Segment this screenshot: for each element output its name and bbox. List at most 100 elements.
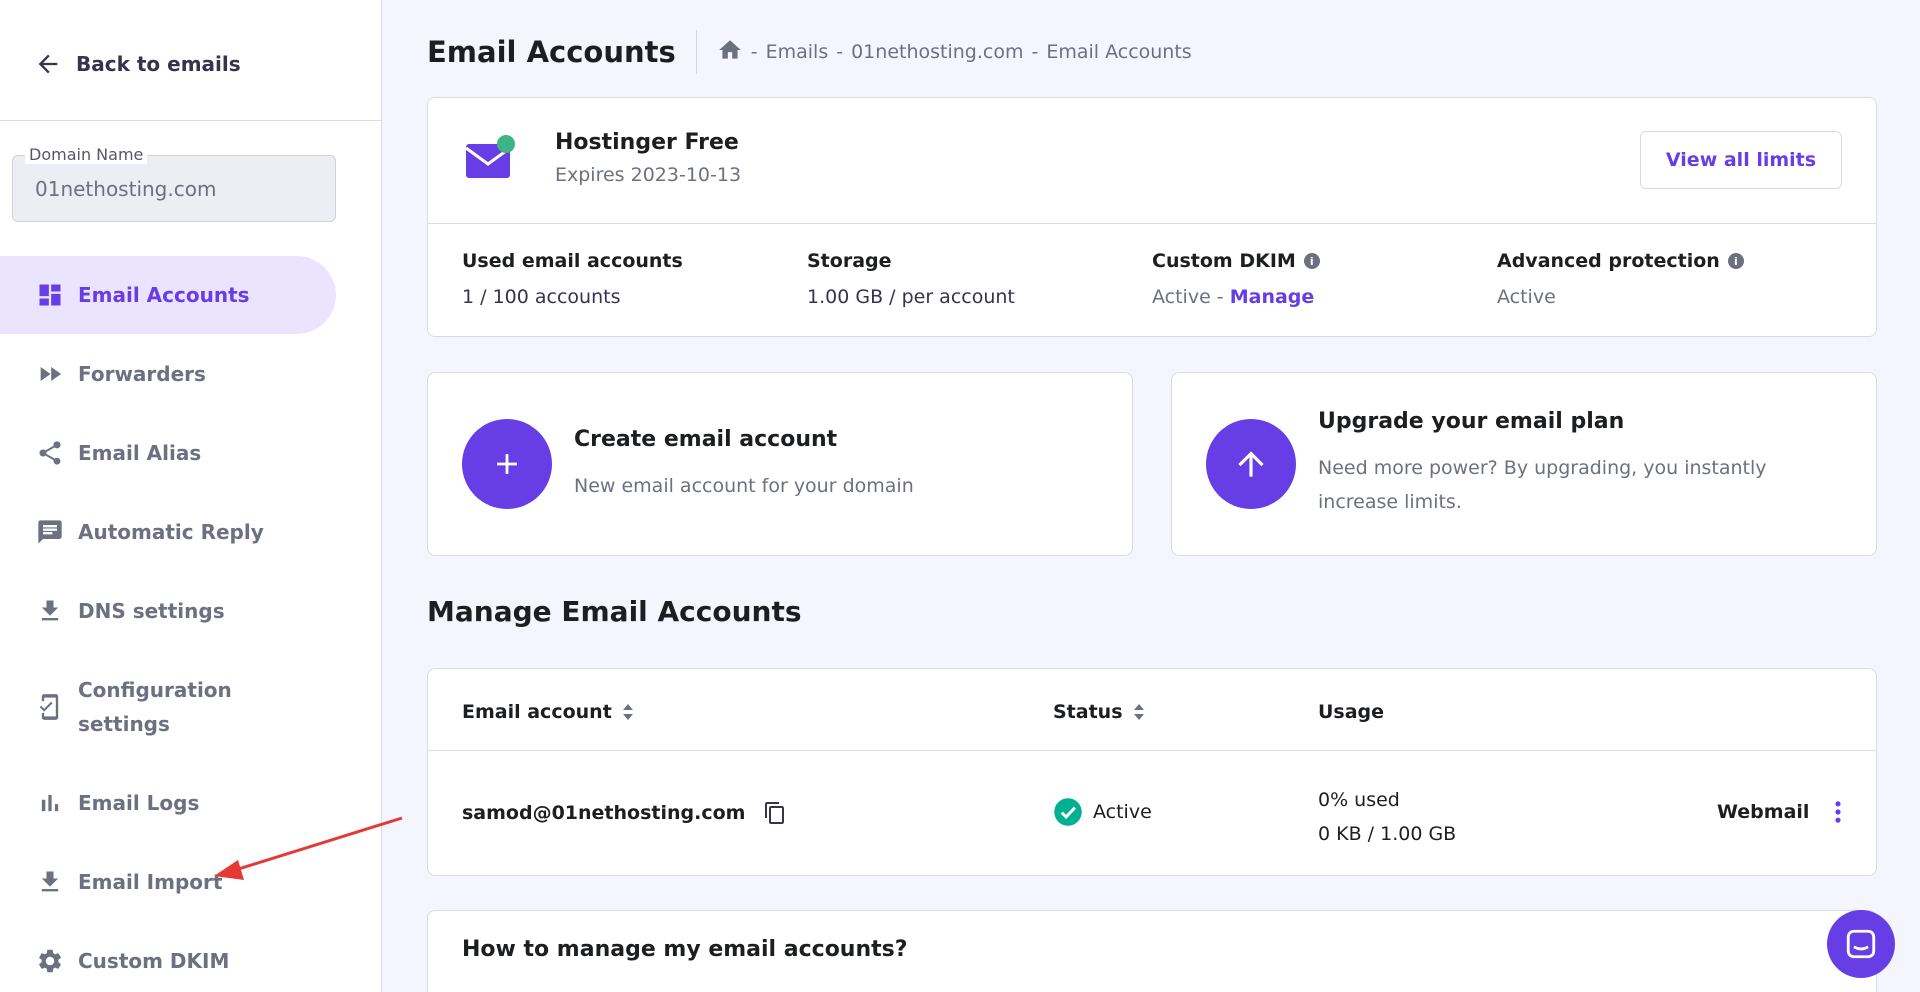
stat-label-row: Custom DKIM i [1152, 250, 1320, 272]
column-label: Status [1053, 701, 1123, 723]
sidebar-item-label: Automatic Reply [78, 520, 264, 544]
domain-name-field[interactable]: Domain Name 01nethosting.com [12, 145, 336, 222]
info-icon[interactable]: i [1727, 253, 1744, 269]
create-account-title: Create email account [574, 427, 838, 452]
column-label: Usage [1318, 701, 1385, 723]
sort-icon [1133, 704, 1144, 720]
stat-value-row: Active - Manage [1152, 286, 1320, 308]
page-header: Email Accounts - Emails - 01nethosting.c… [427, 30, 1192, 74]
sidebar-item-label: Email Accounts [78, 283, 250, 307]
sidebar-item-custom-dkim[interactable]: Custom DKIM [0, 922, 336, 992]
breadcrumb-separator: - [750, 41, 758, 63]
header-separator [695, 30, 697, 74]
status-badge: Active [1093, 801, 1152, 823]
download-icon [36, 868, 64, 896]
stat-value: 1 / 100 accounts [462, 286, 621, 308]
sidebar-item-dns-settings[interactable]: DNS settings [0, 572, 336, 650]
plan-name: Hostinger Free [555, 130, 739, 155]
dkim-manage-link[interactable]: Manage [1230, 286, 1315, 308]
sort-icon [622, 704, 633, 720]
sidebar-item-email-logs[interactable]: Email Logs [0, 764, 336, 842]
sidebar: Back to emails Domain Name 01nethosting.… [0, 0, 382, 992]
faq-title: How to manage my email accounts? [462, 937, 908, 962]
sidebar-item-label: Custom DKIM [78, 949, 230, 973]
usage-cell: 0% used 0 KB / 1.00 GB [1318, 783, 1456, 851]
usage-amount: 0 KB / 1.00 GB [1318, 823, 1457, 845]
breadcrumb-emails[interactable]: Emails [766, 41, 829, 63]
sidebar-item-label: DNS settings [78, 599, 225, 623]
column-header-email-account[interactable]: Email account [462, 701, 634, 723]
domain-name-value: 01nethosting.com [35, 177, 217, 201]
breadcrumb-separator: - [836, 41, 844, 63]
arrow-left-icon [38, 54, 58, 74]
more-options-icon[interactable] [1824, 798, 1852, 830]
stat-value: Active [1497, 286, 1556, 308]
sidebar-item-label: Configuration settings [78, 678, 232, 736]
download-icon [36, 597, 64, 625]
email-accounts-table: Email account Status Usage samod@01netho… [427, 668, 1877, 876]
column-label: Email account [462, 701, 612, 723]
view-all-limits-button[interactable]: View all limits [1640, 131, 1842, 189]
stat-advanced-protection: Advanced protection i Active [1497, 250, 1744, 308]
fast-forward-icon [36, 360, 64, 388]
create-email-account-card[interactable]: Create email account New email account f… [427, 372, 1133, 556]
page-title: Email Accounts [427, 35, 676, 69]
copy-icon[interactable] [763, 801, 787, 825]
sidebar-item-label: Email Logs [78, 791, 200, 815]
sidebar-item-configuration-settings[interactable]: Configuration settings [0, 651, 336, 763]
sidebar-item-label: Email Alias [78, 441, 202, 465]
mail-plan-icon [464, 134, 516, 182]
usage-percent: 0% used [1318, 789, 1400, 811]
stat-label: Custom DKIM [1152, 250, 1296, 272]
stat-used-accounts: Used email accounts 1 / 100 accounts [462, 250, 683, 308]
breadcrumb: - Emails - 01nethosting.com - Email Acco… [717, 37, 1192, 68]
sidebar-item-email-alias[interactable]: Email Alias [0, 414, 336, 492]
main-content: Email Accounts - Emails - 01nethosting.c… [383, 0, 1920, 992]
breadcrumb-separator: - [1031, 41, 1039, 63]
manage-section-title: Manage Email Accounts [427, 595, 802, 628]
table-divider [428, 750, 1876, 751]
stat-custom-dkim: Custom DKIM i Active - Manage [1152, 250, 1320, 308]
breadcrumb-domain[interactable]: 01nethosting.com [851, 41, 1023, 63]
upgrade-desc: Need more power? By upgrading, you insta… [1318, 457, 1767, 513]
arrow-up-icon [1206, 419, 1296, 509]
upgrade-title: Upgrade your email plan [1318, 409, 1625, 434]
bar-chart-icon [36, 789, 64, 817]
column-header-usage: Usage [1318, 701, 1384, 723]
webmail-link[interactable]: Webmail [1717, 801, 1809, 823]
stat-value: 1.00 GB / per account [807, 286, 1015, 308]
sidebar-divider [0, 120, 381, 121]
dashboard-icon [36, 281, 64, 309]
back-to-emails-link[interactable]: Back to emails [34, 50, 241, 78]
plus-icon [462, 419, 552, 509]
sidebar-item-automatic-reply[interactable]: Automatic Reply [0, 493, 336, 571]
chat-bubble-icon [36, 518, 64, 546]
share-icon [36, 439, 64, 467]
faq-card[interactable]: How to manage my email accounts? [427, 910, 1877, 992]
stat-storage: Storage 1.00 GB / per account [807, 250, 1015, 308]
plan-card: Hostinger Free Expires 2023-10-13 View a… [427, 97, 1877, 337]
stat-label: Storage [807, 250, 892, 272]
email-address: samod@01nethosting.com [462, 802, 746, 824]
upgrade-plan-card[interactable]: Upgrade your email plan Need more power?… [1171, 372, 1877, 556]
info-icon[interactable]: i [1303, 253, 1320, 269]
plan-expiry: Expires 2023-10-13 [555, 164, 742, 186]
domain-name-legend: Domain Name [25, 145, 148, 164]
column-header-status[interactable]: Status [1053, 701, 1145, 723]
dkim-status: Active - [1152, 286, 1224, 308]
sidebar-item-email-accounts[interactable]: Email Accounts [0, 256, 336, 334]
email-cell: samod@01nethosting.com [462, 801, 787, 825]
sidebar-item-label: Forwarders [78, 362, 206, 386]
chat-launcher-button[interactable] [1827, 910, 1895, 978]
stat-label: Used email accounts [462, 250, 683, 272]
status-cell: Active [1053, 797, 1152, 827]
back-to-emails-label: Back to emails [76, 52, 241, 76]
sidebar-item-email-import[interactable]: Email Import [0, 843, 336, 921]
phone-settings-icon [36, 693, 64, 721]
check-circle-icon [1054, 798, 1082, 826]
stat-label: Advanced protection [1497, 250, 1720, 272]
gear-icon [36, 947, 64, 975]
home-icon[interactable] [717, 37, 743, 68]
sidebar-item-forwarders[interactable]: Forwarders [0, 335, 336, 413]
stat-label-row: Advanced protection i [1497, 250, 1744, 272]
